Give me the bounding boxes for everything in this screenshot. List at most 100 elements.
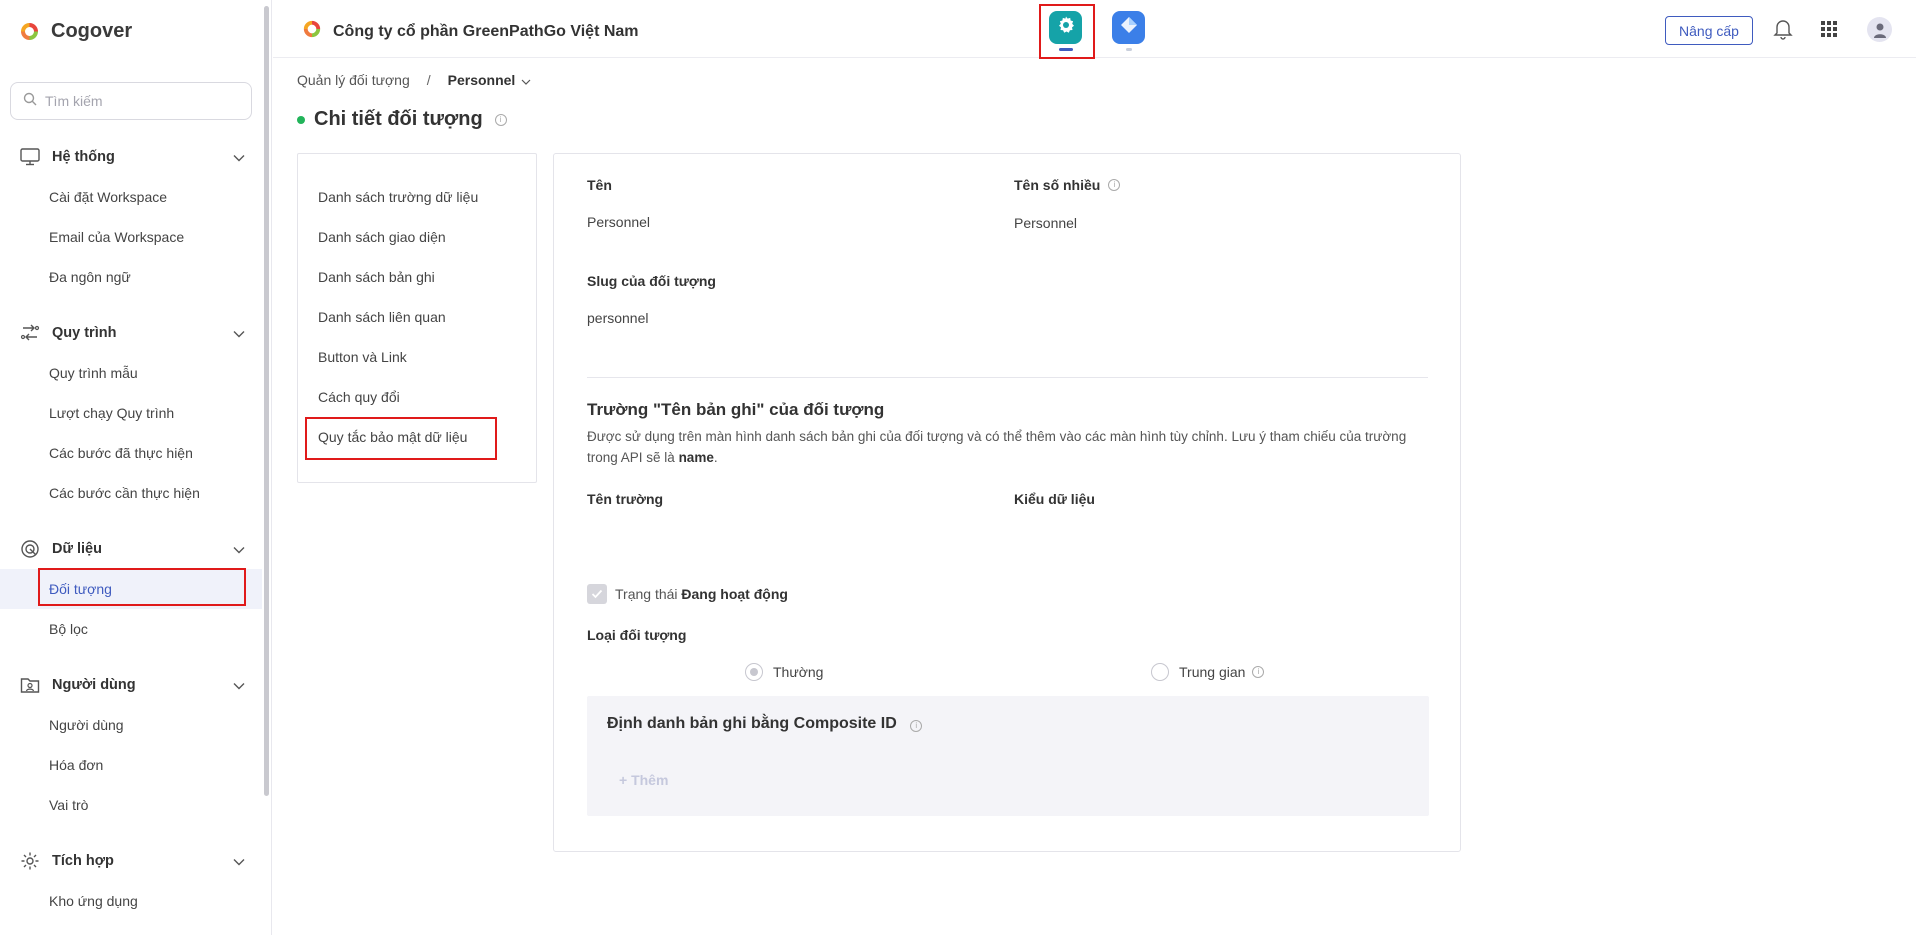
info-icon[interactable]: i [494, 113, 507, 126]
user-folder-icon [19, 675, 41, 695]
radio-normal[interactable] [745, 663, 763, 681]
chevron-down-icon[interactable] [233, 853, 245, 871]
radio-intermediate[interactable] [1151, 663, 1169, 681]
database-icon [19, 539, 41, 559]
name-value: Personnel [587, 214, 651, 230]
workflow-icon [19, 323, 41, 343]
sidebar-section-header[interactable]: Quy trình [0, 313, 262, 353]
status-dot [297, 115, 305, 124]
sidebar-section-header[interactable]: Tích hợp [0, 841, 262, 881]
sidebar-item-roles[interactable]: Vai trò [0, 785, 262, 825]
company-name: Công ty cổ phần GreenPathGo Việt Nam [333, 22, 639, 40]
record-field-description: Được sử dụng trên màn hình danh sách bản… [587, 429, 1407, 465]
data-type-label: Kiểu dữ liệu [1014, 491, 1095, 507]
upgrade-button[interactable]: Nâng cấp [1665, 16, 1753, 45]
page-title: Chi tiết đối tượng [314, 108, 483, 130]
monitor-icon [19, 147, 41, 167]
sidebar-section-label: Hệ thống [52, 149, 115, 165]
sidebar-item-todo-steps[interactable]: Các bước cần thực hiện [0, 473, 262, 513]
status-label: Trạng thái Đang hoạt động [615, 586, 788, 602]
highlight-frame [1039, 4, 1095, 59]
plural-value: Personnel [1014, 215, 1078, 231]
sidebar-section-system: Hệ thống Cài đặt Workspace Email của Wor… [0, 137, 262, 297]
info-icon[interactable]: i [1108, 179, 1121, 191]
chevron-down-icon[interactable] [521, 72, 531, 88]
app-name: Cogover [51, 20, 133, 42]
sidebar-section-workflow: Quy trình Quy trình mẫu Lượt chạy Quy tr… [0, 313, 262, 513]
app-root: Cogover Hệ thống Cài đặt Workspace Email… [0, 0, 1916, 935]
avatar[interactable] [1867, 17, 1892, 42]
app-logo[interactable]: Cogover [17, 19, 132, 44]
sidebar-item-workflow-templates[interactable]: Quy trình mẫu [0, 353, 262, 393]
nav-item-related[interactable]: Danh sách liên quan [318, 309, 446, 325]
plural-label: Tên số nhiều [1014, 177, 1101, 193]
status-value: Đang hoạt động [681, 586, 788, 602]
chevron-down-icon[interactable] [233, 149, 245, 167]
sidebar-section-label: Người dùng [52, 677, 136, 693]
composite-id-panel: Định danh bản ghi bằng Composite ID i + … [587, 696, 1429, 816]
sidebar-section-label: Quy trình [52, 325, 117, 341]
composite-title-row: Định danh bản ghi bằng Composite ID i [607, 715, 923, 733]
nav-item-records[interactable]: Danh sách bản ghi [318, 269, 435, 285]
sidebar-section-label: Tích hợp [52, 853, 114, 869]
search-box[interactable] [10, 82, 252, 120]
add-button[interactable]: + Thêm [619, 772, 668, 788]
sidebar-item-done-steps[interactable]: Các bước đã thực hiện [0, 433, 262, 473]
search-input[interactable] [45, 93, 225, 109]
sidebar-section-header[interactable]: Hệ thống [0, 137, 262, 177]
highlight-frame [38, 568, 246, 606]
field-name-label: Tên trường [587, 491, 664, 507]
object-detail-card: Tên Personnel Tên số nhiều i Personnel S… [553, 153, 1461, 852]
divider [587, 377, 1428, 378]
radio-intermediate-label: Trung gian [1179, 664, 1246, 680]
name-label: Tên [587, 177, 612, 193]
info-icon[interactable]: i [1252, 666, 1265, 678]
record-field-title: Trường "Tên bản ghi" của đối tượng [587, 400, 885, 419]
slug-label: Slug của đối tượng [587, 273, 716, 289]
status-prefix: Trạng thái [615, 586, 682, 602]
breadcrumb: Quản lý đối tượng / Personnel [297, 72, 531, 88]
info-icon[interactable]: i [910, 720, 923, 732]
chevron-down-icon[interactable] [233, 325, 245, 343]
breadcrumb-separator: / [426, 72, 431, 88]
sidebar-section-label: Dữ liệu [52, 541, 102, 557]
sidebar-item-workspace-settings[interactable]: Cài đặt Workspace [0, 177, 262, 217]
breadcrumb-current[interactable]: Personnel [448, 72, 516, 88]
radio-intermediate-row: Trung gian i [1179, 664, 1265, 680]
diamond-icon [1118, 14, 1140, 41]
nav-item-fields[interactable]: Danh sách trường dữ liệu [318, 189, 478, 205]
chevron-down-icon[interactable] [233, 677, 245, 695]
object-type-label: Loại đối tượng [587, 627, 687, 643]
sidebar-item-app-store[interactable]: Kho ứng dụng [0, 881, 262, 921]
plural-label-row: Tên số nhiều i [1014, 177, 1121, 193]
nav-item-conversion[interactable]: Cách quy đổi [318, 389, 400, 405]
sidebar-item-workspace-email[interactable]: Email của Workspace [0, 217, 262, 257]
search-icon [23, 92, 37, 111]
composite-title: Định danh bản ghi bằng Composite ID [607, 715, 897, 732]
cogover-logo-icon [17, 19, 42, 44]
sidebar-item-invoices[interactable]: Hóa đơn [0, 745, 262, 785]
sidebar-scrollbar[interactable] [264, 6, 269, 796]
slug-value: personnel [587, 310, 649, 326]
page-title-row: Chi tiết đối tượng i [297, 108, 507, 131]
radio-normal-label: Thường [773, 664, 824, 680]
sidebar: Cogover Hệ thống Cài đặt Workspace Email… [0, 0, 272, 935]
breadcrumb-parent[interactable]: Quản lý đối tượng [297, 72, 410, 88]
workspace-app-button[interactable] [1112, 11, 1145, 44]
sidebar-item-filters[interactable]: Bộ lọc [0, 609, 262, 649]
integration-icon [19, 851, 41, 871]
sidebar-section-header[interactable]: Dữ liệu [0, 529, 262, 569]
apps-grid-icon[interactable] [1821, 21, 1837, 42]
company-logo-icon [300, 17, 324, 46]
nav-item-layouts[interactable]: Danh sách giao diện [318, 229, 446, 245]
nav-item-buttons-links[interactable]: Button và Link [318, 349, 407, 365]
sidebar-section-header[interactable]: Người dùng [0, 665, 262, 705]
sidebar-item-workflow-runs[interactable]: Lượt chạy Quy trình [0, 393, 262, 433]
bell-icon[interactable] [1773, 18, 1793, 45]
chevron-down-icon[interactable] [233, 541, 245, 559]
status-checkbox[interactable] [587, 584, 607, 604]
sidebar-item-languages[interactable]: Đa ngôn ngữ [0, 257, 262, 297]
app-indicator [1126, 48, 1132, 51]
sidebar-item-users[interactable]: Người dùng [0, 705, 262, 745]
company-switcher[interactable]: Công ty cổ phần GreenPathGo Việt Nam [300, 17, 639, 46]
